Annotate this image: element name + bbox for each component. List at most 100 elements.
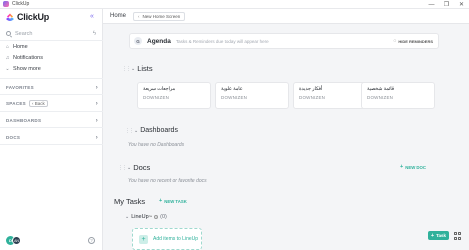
hide-reminders-label: HIDE REMINDERS [398, 38, 433, 44]
dashboards-header[interactable]: ⋮⋮ ⌄ Dashboards [125, 127, 178, 134]
dashboards-empty-text: You have no Dashboards [128, 142, 185, 148]
list-card[interactable]: قائمة شخصية DOWNIZEN [361, 82, 435, 109]
info-icon[interactable]: i [154, 215, 159, 219]
new-doc-button[interactable]: + NEW DOC [400, 164, 426, 170]
agenda-title: Agenda [147, 37, 171, 45]
home-icon: ⌂ [5, 43, 10, 50]
brand-name: ClickUp [17, 12, 50, 22]
close-button[interactable]: ✕ [454, 0, 469, 9]
my-tasks-title: My Tasks [114, 197, 146, 206]
add-to-lineup-button[interactable]: + Add items to LineUp [132, 228, 202, 250]
drag-handle-icon[interactable]: ⋮⋮ [122, 66, 131, 72]
new-doc-label: NEW DOC [405, 164, 426, 170]
main-content: G Agenda Tasks & Reminders due today wil… [103, 24, 469, 250]
lineup-count: (0) [160, 214, 167, 220]
eye-off-icon: ◌ [393, 38, 397, 44]
lineup-header[interactable]: ⌄ LineUp ™ i (0) [125, 214, 167, 220]
drag-handle-icon[interactable]: ⋮⋮ [125, 128, 134, 134]
minimize-button[interactable]: — [424, 0, 439, 9]
list-name: قائمة شخصية [367, 87, 395, 92]
new-task-fab[interactable]: + Task [428, 231, 449, 240]
plus-icon: + [159, 198, 163, 204]
chevron-right-icon: › [95, 84, 98, 91]
task-button-label: Task [436, 233, 447, 238]
add-to-lineup-label: Add items to LineUp [153, 236, 199, 242]
list-name: أفكار جديدة [299, 87, 323, 92]
back-button[interactable]: ‹ Back [28, 100, 48, 107]
plus-icon: + [430, 232, 435, 239]
chevron-down-icon[interactable]: ⌄ [131, 66, 135, 72]
new-home-screen-label: New Home Screen [142, 13, 181, 19]
search-icon [6, 31, 11, 36]
divider [0, 111, 103, 112]
sidebar-item-notifications[interactable]: ♫ Notifications [5, 53, 43, 62]
agenda-avatar: G [134, 37, 142, 45]
list-name: مراجعات سريعة [143, 87, 176, 92]
plus-icon: + [400, 164, 404, 170]
dashboards-title: Dashboards [140, 127, 178, 134]
docs-empty-text: You have no recent or favorite docs [128, 178, 207, 184]
bell-icon: ♫ [5, 54, 10, 61]
sidebar-item-show-more[interactable]: ⌄ Show more [5, 64, 41, 73]
sidebar-section-favorites[interactable]: FAVORITES › [6, 83, 98, 92]
sidebar-item-home[interactable]: ⌂ Home [5, 42, 28, 51]
collapse-sidebar-icon[interactable]: « [90, 13, 94, 20]
list-space: DOWNIZEN [367, 95, 394, 100]
lightning-icon[interactable]: ϟ [93, 31, 96, 37]
chevron-right-icon: › [95, 117, 98, 124]
list-card[interactable]: أفكار جديدة DOWNIZEN [293, 82, 367, 109]
window-title: ClickUp [12, 1, 30, 7]
chevron-down-icon[interactable]: ⌄ [134, 128, 138, 134]
drag-handle-icon[interactable]: ⋮⋮ [118, 165, 127, 171]
docs-title: Docs [133, 163, 151, 172]
search-input[interactable]: Search ϟ [4, 29, 99, 38]
lineup-label: LineUp [131, 214, 149, 220]
window-titlebar: ClickUp — ❐ ✕ [0, 0, 469, 9]
section-label: FAVORITES [6, 85, 34, 90]
new-home-screen-button[interactable]: ‹ New Home Screen [133, 11, 186, 21]
divider [0, 78, 103, 79]
clickup-logo-icon [6, 13, 14, 21]
sidebar-item-label: Home [13, 43, 28, 50]
divider [0, 40, 103, 41]
my-tasks-header: My Tasks [114, 197, 145, 206]
docs-header[interactable]: ⋮⋮ ⌄ Docs [118, 163, 150, 172]
plus-icon: + [139, 234, 148, 244]
apps-grid-icon[interactable] [454, 232, 462, 240]
agenda-card: G Agenda Tasks & Reminders due today wil… [129, 33, 439, 49]
brand-logo[interactable]: ClickUp [5, 12, 49, 22]
chevron-down-icon[interactable]: ⌄ [127, 165, 131, 171]
maximize-button[interactable]: ❐ [439, 0, 454, 9]
workspace-avatar[interactable]: AN [12, 236, 21, 245]
section-label: SPACES [6, 101, 26, 106]
sidebar: ClickUp « Search ϟ ⌂ Home ♫ Notification… [0, 9, 103, 250]
lists-header[interactable]: ⋮⋮ ⌄ Lists [122, 64, 153, 73]
breadcrumb-home[interactable]: Home [110, 13, 126, 19]
lineup-trademark: ™ [148, 215, 153, 219]
new-task-button[interactable]: + NEW TASK [159, 198, 187, 204]
app-logo-icon [3, 1, 9, 7]
sidebar-section-dashboards[interactable]: DASHBOARDS › [6, 116, 98, 125]
divider [0, 94, 103, 95]
list-card[interactable]: مراجعات سريعة DOWNIZEN [137, 82, 211, 109]
sidebar-item-label: Show more [13, 65, 41, 72]
list-space: DOWNIZEN [221, 95, 248, 100]
section-label: DASHBOARDS [6, 118, 42, 123]
chevron-down-icon[interactable]: ⌄ [125, 214, 129, 220]
help-icon[interactable]: ? [88, 237, 95, 244]
search-placeholder: Search [15, 30, 33, 37]
hide-reminders-button[interactable]: ◌ HIDE REMINDERS [393, 38, 433, 44]
list-card[interactable]: عامة علوية DOWNIZEN [215, 82, 289, 109]
chevron-left-icon: ‹ [138, 13, 140, 19]
sidebar-section-spaces[interactable]: SPACES ‹ Back › [6, 99, 98, 108]
agenda-subtitle: Tasks & Reminders due today will appear … [175, 38, 269, 44]
back-label: Back [34, 101, 45, 106]
divider [0, 144, 103, 145]
chevron-down-icon: ⌄ [5, 65, 10, 72]
section-label: DOCS [6, 135, 21, 140]
sidebar-item-label: Notifications [13, 54, 43, 61]
sidebar-section-docs[interactable]: DOCS › [6, 133, 98, 142]
new-task-label: NEW TASK [164, 198, 187, 204]
lists-title: Lists [137, 64, 153, 73]
list-space: DOWNIZEN [299, 95, 326, 100]
